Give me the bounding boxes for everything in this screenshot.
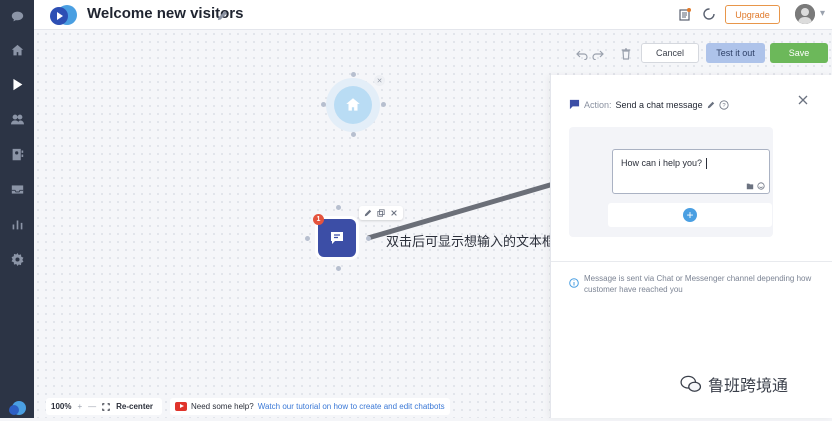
divider <box>551 261 832 262</box>
zoom-level: 100% <box>51 402 72 411</box>
message-editor-area: How can i help you? + <box>569 127 773 237</box>
recenter-button[interactable]: Re-center <box>116 402 153 411</box>
recenter-icon[interactable] <box>102 402 110 411</box>
zoom-out-button[interactable]: — <box>88 402 96 411</box>
users-icon <box>10 114 24 124</box>
delete-trash-icon[interactable] <box>620 47 632 60</box>
add-message-row[interactable]: + <box>608 203 772 227</box>
home-nav-icon[interactable] <box>0 36 34 64</box>
upgrade-button[interactable]: Upgrade <box>725 5 780 24</box>
connector-handle[interactable] <box>381 102 386 107</box>
connector-handle[interactable] <box>366 236 371 241</box>
watermark-text: 鲁班跨境通 <box>708 376 789 395</box>
error-count-badge: 1 <box>313 214 324 225</box>
action-label: Action: <box>584 99 612 110</box>
redo-icon[interactable] <box>592 47 604 61</box>
settings-icon <box>11 252 23 266</box>
test-it-out-button[interactable]: Test it out <box>706 43 765 63</box>
node-tools <box>359 206 403 220</box>
connector-handle[interactable] <box>336 266 341 271</box>
inbox-icon <box>11 184 23 194</box>
sidebar-nav <box>0 0 34 418</box>
connector-handle[interactable] <box>321 102 326 107</box>
home-icon <box>346 98 360 111</box>
account-menu-chevron-icon[interactable]: ▾ <box>820 8 825 19</box>
chat-message-icon <box>569 99 580 110</box>
brand-logo-icon <box>8 398 26 416</box>
svg-text:?: ? <box>722 103 726 109</box>
help-label: Need some help? <box>191 402 254 411</box>
refresh-icon[interactable] <box>702 7 716 21</box>
contacts-nav-icon[interactable] <box>0 140 34 168</box>
home-icon <box>11 44 23 55</box>
connector-handle[interactable] <box>305 236 310 241</box>
action-settings-panel: Action: Send a chat message ? How can i … <box>550 75 832 418</box>
edit-pencil-icon[interactable] <box>364 209 372 217</box>
annotation-text: 双击后可显示想输入的文本框 <box>386 235 556 250</box>
wechat-icon <box>680 375 702 392</box>
chat-message-icon <box>331 232 343 244</box>
connector-handle[interactable] <box>351 132 356 137</box>
close-icon[interactable] <box>390 209 398 217</box>
undo-icon[interactable] <box>576 47 588 61</box>
message-text-input[interactable]: How can i help you? <box>612 149 770 194</box>
zoom-in-button[interactable]: + <box>77 402 82 411</box>
app-logo-icon <box>46 3 80 27</box>
zoom-controls: 100% + — Re-center <box>46 398 162 415</box>
stats-icon <box>12 219 22 229</box>
save-button[interactable]: Save <box>770 43 828 63</box>
duplicate-icon[interactable] <box>377 209 385 217</box>
edit-title-pencil-icon[interactable] <box>217 8 228 21</box>
inbox-nav-icon[interactable] <box>0 175 34 203</box>
notes-icon[interactable] <box>678 7 692 21</box>
connector-handle[interactable] <box>351 72 356 77</box>
chat-icon <box>11 11 23 21</box>
watermark: 鲁班跨境通 <box>680 372 788 396</box>
edit-pencil-icon[interactable] <box>707 101 715 109</box>
send-chat-message-node[interactable] <box>318 219 356 257</box>
stats-nav-icon[interactable] <box>0 210 34 238</box>
help-icon[interactable]: ? <box>718 99 729 110</box>
close-panel-icon[interactable] <box>797 93 809 105</box>
info-icon <box>569 275 579 288</box>
chatbots-nav-icon[interactable] <box>0 70 34 98</box>
remove-node-close-icon[interactable]: ✕ <box>374 75 385 86</box>
message-text: How can i help you? <box>621 158 703 168</box>
help-bar: Need some help? Watch our tutorial on ho… <box>170 398 450 415</box>
message-input-icons <box>746 182 765 190</box>
cancel-button[interactable]: Cancel <box>641 43 699 63</box>
action-name: Send a chat message <box>615 99 703 110</box>
add-message-plus-icon[interactable]: + <box>683 208 697 222</box>
panel-header: Action: Send a chat message ? <box>569 99 729 110</box>
tutorial-link[interactable]: Watch our tutorial on how to create and … <box>258 402 445 411</box>
avatar[interactable] <box>795 4 815 24</box>
text-caret <box>706 158 708 170</box>
attach-folder-icon[interactable] <box>746 182 754 190</box>
play-icon <box>12 78 22 90</box>
top-bar: Welcome new visitors Upgrade ▾ <box>34 0 832 30</box>
youtube-play-icon <box>175 402 187 411</box>
connector-handle[interactable] <box>336 205 341 210</box>
users-nav-icon[interactable] <box>0 105 34 133</box>
contacts-icon <box>12 148 23 160</box>
start-node[interactable] <box>334 86 372 124</box>
chat-nav-icon[interactable] <box>0 2 34 30</box>
channel-info-text: Message is sent via Chat or Messenger ch… <box>584 274 812 294</box>
emoji-icon[interactable] <box>757 182 765 190</box>
settings-nav-icon[interactable] <box>0 245 34 273</box>
